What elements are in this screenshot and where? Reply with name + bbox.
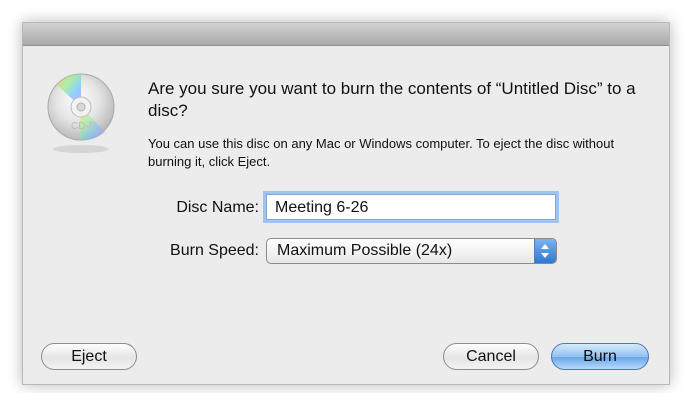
- burn-speed-popup[interactable]: Maximum Possible (24x): [266, 238, 557, 264]
- dialog-info-text: You can use this disc on any Mac or Wind…: [148, 136, 615, 169]
- eject-button[interactable]: Eject: [41, 343, 137, 370]
- burn-button[interactable]: Burn: [551, 343, 649, 370]
- screenshot-stage: CD-R Are you sure you want to burn the c…: [0, 0, 686, 393]
- burn-speed-value: Maximum Possible (24x): [277, 242, 453, 259]
- up-arrow-icon: [541, 244, 549, 249]
- disc-icon-label: CD-R: [71, 121, 96, 132]
- dialog-question: Are you sure you want to burn the conten…: [148, 79, 636, 120]
- disc-name-field[interactable]: Meeting 6-26: [266, 194, 556, 220]
- cancel-button[interactable]: Cancel: [443, 343, 539, 370]
- burn-speed-label: Burn Speed:: [170, 242, 259, 259]
- dialog-titlebar: [23, 23, 669, 46]
- disc-name-label: Disc Name:: [176, 199, 259, 216]
- burn-disc-dialog: CD-R Are you sure you want to burn the c…: [22, 22, 670, 385]
- popup-arrows-icon[interactable]: [534, 239, 556, 263]
- cd-r-disc-icon: CD-R: [47, 73, 115, 153]
- down-arrow-icon: [541, 253, 549, 258]
